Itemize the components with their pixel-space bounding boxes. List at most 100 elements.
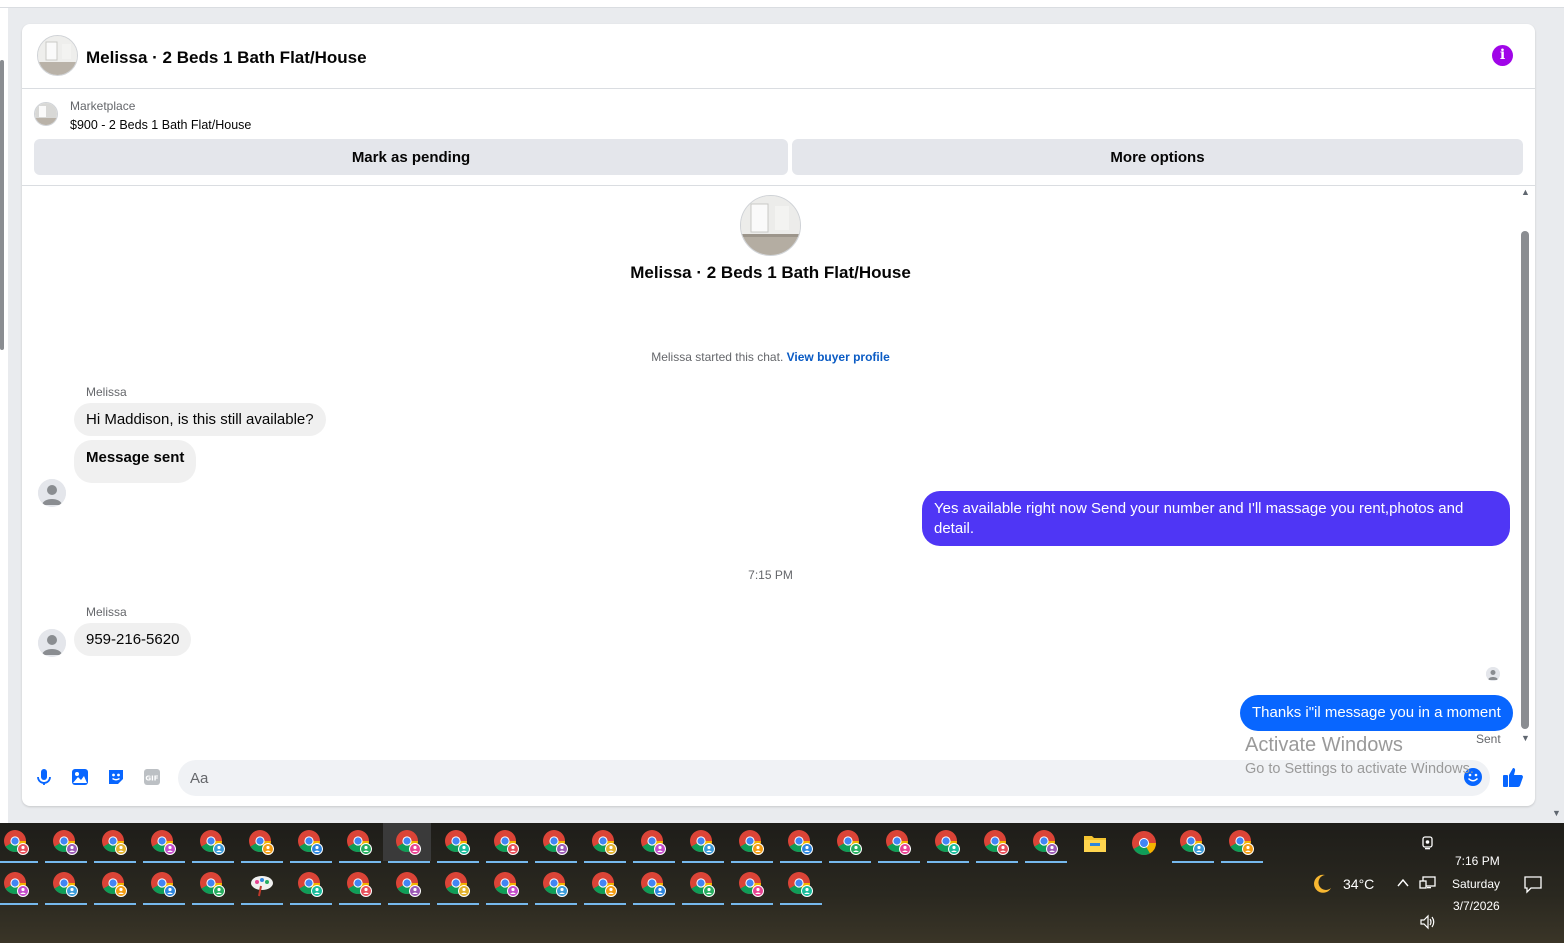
file-explorer-icon[interactable] bbox=[1080, 828, 1110, 858]
view-buyer-profile-link[interactable]: View buyer profile bbox=[787, 350, 890, 364]
gif-icon[interactable]: GIF bbox=[142, 767, 162, 787]
message-bubble-incoming[interactable]: Message sent bbox=[74, 440, 197, 483]
listing-thumbnail[interactable] bbox=[34, 102, 58, 126]
chrome-profile-icon[interactable] bbox=[682, 828, 724, 863]
chrome-profile-icon[interactable] bbox=[94, 828, 136, 863]
taskbar-running-indicator bbox=[0, 903, 38, 905]
taskbar-running-indicator bbox=[1221, 861, 1263, 863]
taskbar-running-indicator bbox=[976, 861, 1018, 863]
chrome-profile-icon[interactable] bbox=[878, 828, 920, 863]
page-scroll-down-arrow-icon[interactable]: ▼ bbox=[1552, 808, 1561, 818]
chrome-profile-icon[interactable] bbox=[633, 870, 675, 905]
notification-center-icon[interactable] bbox=[1523, 874, 1543, 897]
chrome-profile-icon[interactable] bbox=[290, 828, 332, 863]
chrome-profile-icon[interactable] bbox=[584, 870, 626, 905]
chat-title[interactable]: Melissa · 2 Beds 1 Bath Flat/House bbox=[86, 48, 367, 68]
taskbar-running-indicator bbox=[437, 903, 479, 905]
chrome-profile-icon[interactable] bbox=[241, 828, 283, 863]
weather-moon-icon[interactable] bbox=[1310, 872, 1334, 899]
clock-time[interactable]: 7:16 PM bbox=[1455, 854, 1500, 868]
chrome-profile-icon[interactable] bbox=[192, 870, 234, 905]
sender-avatar[interactable] bbox=[38, 629, 66, 657]
chrome-profile-icon[interactable] bbox=[0, 870, 38, 905]
chrome-profile-icon[interactable] bbox=[829, 828, 871, 863]
volume-icon[interactable] bbox=[1419, 914, 1437, 933]
mark-as-pending-button[interactable]: Mark as pending bbox=[34, 139, 788, 175]
chrome-profile-icon[interactable] bbox=[1172, 828, 1214, 863]
left-scrollbar[interactable] bbox=[0, 60, 4, 350]
chrome-profile-icon[interactable] bbox=[339, 828, 381, 863]
chrome-profile-icon[interactable] bbox=[45, 828, 87, 863]
microphone-icon[interactable] bbox=[34, 767, 54, 787]
taskbar-running-indicator bbox=[878, 861, 920, 863]
taskbar-running-indicator bbox=[45, 903, 87, 905]
chrome-profile-icon[interactable] bbox=[143, 828, 185, 863]
chrome-profile-icon[interactable] bbox=[388, 870, 430, 905]
clock-day[interactable]: Saturday bbox=[1452, 877, 1500, 891]
taskbar-running-indicator bbox=[241, 861, 283, 863]
chat-started-text: Melissa started this chat. bbox=[651, 350, 784, 364]
chrome-profile-icon[interactable] bbox=[682, 870, 724, 905]
taskbar-running-indicator bbox=[1025, 861, 1067, 863]
chrome-profile-icon[interactable] bbox=[927, 828, 969, 863]
chrome-profile-icon[interactable] bbox=[388, 828, 430, 863]
meet-now-icon[interactable] bbox=[1420, 835, 1436, 854]
weather-temperature[interactable]: 34°C bbox=[1343, 876, 1374, 892]
message-scrollbar[interactable] bbox=[1519, 187, 1531, 752]
chrome-profile-icon[interactable] bbox=[780, 828, 822, 863]
chrome-profile-icon[interactable] bbox=[584, 828, 626, 863]
chrome-profile-icon[interactable] bbox=[192, 828, 234, 863]
chat-started-notice: Melissa started this chat. View buyer pr… bbox=[22, 350, 1519, 364]
svg-text:GIF: GIF bbox=[145, 775, 158, 783]
scroll-up-arrow-icon[interactable]: ▲ bbox=[1521, 187, 1530, 197]
chrome-profile-icon[interactable] bbox=[780, 870, 822, 905]
listing-avatar[interactable] bbox=[37, 35, 78, 76]
chrome-profile-icon[interactable] bbox=[45, 870, 87, 905]
paint-icon[interactable] bbox=[241, 870, 283, 905]
chrome-profile-icon[interactable] bbox=[1025, 828, 1067, 863]
chrome-profile-icon[interactable] bbox=[731, 828, 773, 863]
thumbs-up-icon[interactable] bbox=[1502, 766, 1524, 788]
chrome-profile-icon[interactable] bbox=[437, 870, 479, 905]
taskbar-running-indicator bbox=[486, 861, 528, 863]
chrome-profile-icon[interactable] bbox=[0, 828, 38, 863]
conversation-avatar[interactable] bbox=[740, 195, 801, 256]
chat-window: Melissa · 2 Beds 1 Bath Flat/House i Mar… bbox=[22, 24, 1535, 806]
photo-icon[interactable] bbox=[70, 767, 90, 787]
chrome-profile-icon[interactable] bbox=[976, 828, 1018, 863]
more-options-button[interactable]: More options bbox=[792, 139, 1523, 175]
scrollbar-thumb[interactable] bbox=[1521, 231, 1529, 729]
browser-top-strip bbox=[0, 0, 1564, 8]
taskbar-running-indicator bbox=[682, 861, 724, 863]
listing-title[interactable]: $900 - 2 Beds 1 Bath Flat/House bbox=[70, 118, 251, 132]
taskbar-running-indicator bbox=[633, 861, 675, 863]
chrome-profile-icon[interactable] bbox=[535, 870, 577, 905]
taskbar-running-indicator bbox=[192, 861, 234, 863]
network-icon[interactable] bbox=[1419, 875, 1437, 894]
sender-avatar[interactable] bbox=[38, 479, 66, 507]
info-icon[interactable]: i bbox=[1492, 45, 1513, 66]
chrome-profile-icon[interactable] bbox=[731, 870, 773, 905]
chrome-icon[interactable] bbox=[1129, 828, 1159, 858]
chrome-profile-icon[interactable] bbox=[633, 828, 675, 863]
taskbar-running-indicator bbox=[388, 903, 430, 905]
chrome-profile-icon[interactable] bbox=[290, 870, 332, 905]
chrome-profile-icon[interactable] bbox=[143, 870, 185, 905]
chrome-profile-icon[interactable] bbox=[486, 828, 528, 863]
sticker-icon[interactable] bbox=[106, 767, 126, 787]
chrome-profile-icon[interactable] bbox=[339, 870, 381, 905]
chrome-profile-icon[interactable] bbox=[94, 870, 136, 905]
chrome-profile-icon[interactable] bbox=[437, 828, 479, 863]
chrome-profile-icon[interactable] bbox=[535, 828, 577, 863]
clock-date[interactable]: 3/7/2026 bbox=[1453, 899, 1500, 913]
message-bubble-incoming[interactable]: Hi Maddison, is this still available? bbox=[74, 403, 326, 436]
taskbar-running-indicator bbox=[94, 903, 136, 905]
chrome-profile-icon[interactable] bbox=[1221, 828, 1263, 863]
chevron-up-icon[interactable] bbox=[1396, 876, 1410, 893]
chrome-profile-icon[interactable] bbox=[486, 870, 528, 905]
message-bubble-outgoing[interactable]: Thanks i"il message you in a moment bbox=[1240, 695, 1513, 731]
scroll-down-arrow-icon[interactable]: ▼ bbox=[1521, 733, 1530, 743]
message-bubble-outgoing[interactable]: Yes available right now Send your number… bbox=[922, 491, 1510, 546]
message-bubble-incoming[interactable]: 959-216-5620 bbox=[74, 623, 192, 656]
conversation-title: Melissa · 2 Beds 1 Bath Flat/House bbox=[630, 263, 911, 282]
